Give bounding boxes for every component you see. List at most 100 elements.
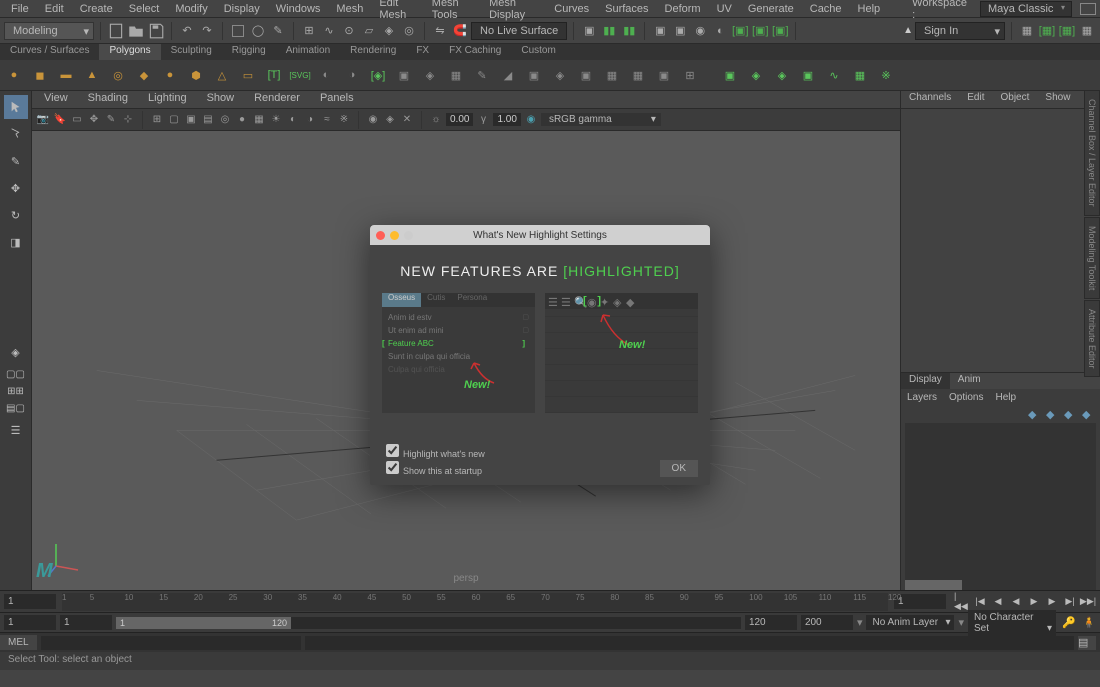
layer-add-icon[interactable]: ◆ [1028,408,1040,420]
redo-icon[interactable]: ↷ [198,22,216,40]
range-thumb[interactable]: 1120 [116,617,291,629]
modeling-toolkit-dock-tab[interactable]: Modeling Toolkit [1084,217,1100,299]
vp-menu-item[interactable]: Show [199,91,243,108]
panel-layout-c-icon[interactable]: [▦] [1058,22,1076,40]
snap-plane-icon[interactable]: ▱ [360,22,378,40]
step-back-key-icon[interactable]: |◀ [972,594,988,610]
menu-item[interactable]: Select [122,2,167,16]
uv-c-icon[interactable]: ◈ [772,65,792,85]
layer-scrollbar[interactable] [905,580,1096,590]
scale-tool[interactable]: ◨ [4,230,28,254]
render-settings-icon[interactable]: ◐ [711,22,729,40]
mode-select[interactable]: Modeling [4,22,94,40]
help-menu[interactable]: Help [995,392,1016,403]
poly-platonic-icon[interactable]: ⬢ [186,65,206,85]
channel-tab[interactable]: Channels [901,91,959,108]
poly-prism-icon[interactable]: ▭ [238,65,258,85]
options-menu[interactable]: Options [949,392,983,403]
lang-label[interactable]: MEL [0,635,37,650]
poly-type-icon[interactable]: [T] [264,65,284,85]
layer-list[interactable] [905,423,1096,580]
shelf-tab[interactable]: Custom [511,44,565,60]
uv-d-icon[interactable]: ▣ [798,65,818,85]
go-start-icon[interactable]: |◀◀ [954,594,970,610]
channel-tab[interactable]: Edit [959,91,992,108]
uv-a-icon[interactable]: ▣ [720,65,740,85]
paint-icon[interactable]: ✎ [269,22,287,40]
display-tab[interactable]: Display [901,373,950,389]
new-scene-icon[interactable] [107,22,125,40]
workspace-icon[interactable] [1080,3,1096,15]
poly-pyramid-icon[interactable]: △ [212,65,232,85]
symmetry-icon[interactable]: ⇋ [431,22,449,40]
vp-film-gate-icon[interactable]: ▢ [167,113,181,127]
append-icon[interactable]: ✎ [472,65,492,85]
uv-g-icon[interactable]: ※ [876,65,896,85]
save-icon[interactable] [147,22,165,40]
quad-draw-icon[interactable]: ⊞ [680,65,700,85]
uv-b-icon[interactable]: ◈ [746,65,766,85]
uv-e-icon[interactable]: ∿ [824,65,844,85]
poly-plane-icon[interactable]: ◆ [134,65,154,85]
open-icon[interactable] [127,22,145,40]
menu-item[interactable]: Curves [547,2,596,16]
render-icon[interactable]: ▣ [651,22,669,40]
menu-item[interactable]: UV [710,2,739,16]
paint-select-tool[interactable]: ✎ [4,149,28,173]
menu-item[interactable]: File [4,2,36,16]
vp-viewtransform-icon[interactable]: ◉ [524,113,538,127]
vp-xray-icon[interactable]: ◈ [383,113,397,127]
panel-layout-a-icon[interactable]: ▦ [1018,22,1036,40]
poly-sphere-icon[interactable]: ● [4,65,24,85]
poly-cube-icon[interactable]: ◼ [30,65,50,85]
range-track[interactable]: 1120 [116,617,741,629]
exposure-value[interactable]: 0.00 [446,113,473,126]
autokey-icon[interactable]: 🔑 [1060,614,1078,632]
vp-2d-pan-icon[interactable]: ✥ [87,113,101,127]
separate-icon[interactable]: ◑ [342,65,362,85]
time-current-field[interactable]: 1 [894,594,946,609]
mirror-icon[interactable]: ▣ [576,65,596,85]
panel-layout-b-icon[interactable]: [▦] [1038,22,1056,40]
shelf-tab[interactable]: Animation [276,44,340,60]
time-slider[interactable]: 1 15101520253035404550556065707580859095… [0,590,1100,612]
view-transform-select[interactable]: sRGB gamma [541,113,661,126]
menu-item[interactable]: Deform [658,2,708,16]
anim-tab[interactable]: Anim [950,373,989,389]
multicut-icon[interactable]: ◢ [498,65,518,85]
vp-textured-icon[interactable]: ▦ [252,113,266,127]
menu-item[interactable]: Edit [38,2,71,16]
vp-grid-icon[interactable]: ⊞ [150,113,164,127]
lasso-tool[interactable] [4,122,28,146]
vp-menu-item[interactable]: Lighting [140,91,195,108]
panel-layout-d-icon[interactable]: ▦ [1078,22,1096,40]
vp-gamma-icon[interactable]: γ [476,113,490,127]
shelf-tab[interactable]: Polygons [99,44,160,60]
gamma-value[interactable]: 1.00 [493,113,520,126]
go-end-icon[interactable]: ▶▶| [1080,594,1096,610]
render-layer-c-icon[interactable]: [▣] [771,22,789,40]
vp-grease-icon[interactable]: ✎ [104,113,118,127]
rotate-tool[interactable]: ↻ [4,203,28,227]
time-start-field[interactable]: 1 [4,594,56,609]
channelbox-dock-tab[interactable]: Channel Box / Layer Editor [1084,90,1100,216]
vp-menu-item[interactable]: Renderer [246,91,308,108]
snap-grid-icon[interactable]: ⊞ [300,22,318,40]
vp-lights-icon[interactable]: ☀ [269,113,283,127]
vp-motion-blur-icon[interactable]: ≈ [320,113,334,127]
range-start-outer[interactable]: 1 [4,615,56,630]
shelf-tab[interactable]: Rigging [222,44,276,60]
vp-axes-icon[interactable]: ⊹ [121,113,135,127]
snap-curve-icon[interactable]: ∿ [320,22,338,40]
live-icon[interactable]: 🧲 [451,22,469,40]
play-back-icon[interactable]: ◀ [1008,594,1024,610]
menu-item[interactable]: Mesh [329,2,370,16]
vp-aa-icon[interactable]: ※ [337,113,351,127]
step-fwd-icon[interactable]: ▶ [1044,594,1060,610]
vp-image-plane-icon[interactable]: ▭ [70,113,84,127]
poly-cone-icon[interactable]: ▲ [82,65,102,85]
play-fwd-icon[interactable]: ▶ [1026,594,1042,610]
shelf-tab[interactable]: FX [406,44,439,60]
character-icon[interactable]: 🧍 [1082,616,1096,630]
minimize-icon[interactable] [390,231,399,240]
